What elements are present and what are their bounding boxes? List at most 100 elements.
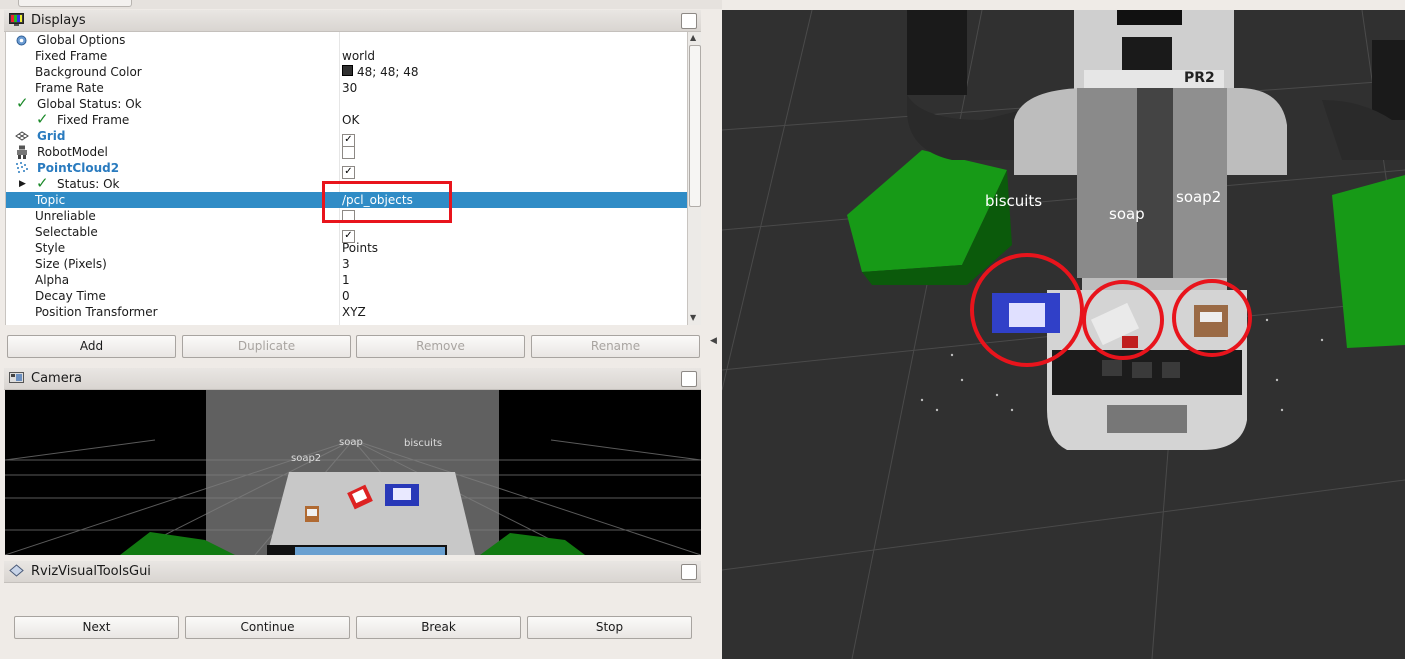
row-label: PointCloud2 <box>37 161 120 175</box>
row-label: Global Status: Ok <box>37 97 142 111</box>
row-value[interactable]: 0 <box>342 288 350 304</box>
row-value[interactable]: world <box>342 48 375 64</box>
row-value[interactable]: 30 <box>342 80 357 96</box>
row-label: RobotModel <box>37 145 108 159</box>
color-swatch <box>342 65 353 76</box>
rename-button[interactable]: Rename <box>531 335 700 358</box>
tools-panel-float-checkbox[interactable] <box>681 564 697 580</box>
camera-panel-header: Camera <box>4 368 701 390</box>
tools-panel-title: RvizVisualToolsGui <box>31 564 151 579</box>
top-tab[interactable] <box>18 0 132 7</box>
gear-icon <box>16 35 27 46</box>
checkmark-icon: ✓ <box>36 110 49 128</box>
grid-icon <box>15 131 29 141</box>
row-label: Global Options <box>37 33 126 47</box>
tree-row-alpha[interactable]: Alpha 1 <box>6 272 688 288</box>
row-value[interactable] <box>342 144 355 161</box>
displays-tree[interactable]: Global Options Fixed Frame world Backgro… <box>5 32 688 325</box>
diamond-icon <box>9 564 24 577</box>
row-value[interactable]: Points <box>342 240 378 256</box>
row-label: Selectable <box>35 225 98 239</box>
duplicate-button[interactable]: Duplicate <box>182 335 351 358</box>
left-dock: Displays Global Options Fixed Frame worl… <box>0 0 722 659</box>
tools-panel-header: RvizVisualToolsGui <box>4 561 701 583</box>
continue-button[interactable]: Continue <box>185 616 350 639</box>
tree-row-fixed-frame-status[interactable]: ✓ Fixed Frame OK <box>6 110 688 128</box>
row-label: Alpha <box>35 273 70 287</box>
add-button[interactable]: Add <box>7 335 176 358</box>
camera-view[interactable]: soap biscuits soap2 <box>5 390 701 555</box>
row-value: OK <box>342 113 360 127</box>
displays-panel-header: Displays <box>4 10 701 32</box>
row-label: Topic <box>35 193 66 207</box>
pointcloud-biscuits <box>992 293 1060 333</box>
row-label: Size (Pixels) <box>35 257 107 271</box>
collapse-dock-arrow-icon[interactable]: ◀ <box>710 336 717 346</box>
viewport-label-biscuits: biscuits <box>985 192 1043 210</box>
scrollbar-thumb[interactable] <box>689 45 701 207</box>
stop-button[interactable]: Stop <box>527 616 692 639</box>
tree-row-background-color[interactable]: Background Color 48; 48; 48 <box>6 64 688 80</box>
tree-scrollbar[interactable]: ▲ ▼ <box>687 32 701 325</box>
tree-row-grid[interactable]: Grid ✓ <box>6 128 688 147</box>
camera-icon <box>9 372 24 383</box>
row-value[interactable]: ✓ <box>342 128 355 147</box>
camera-scene <box>5 390 701 555</box>
remove-button[interactable]: Remove <box>356 335 525 358</box>
camera-panel-title: Camera <box>31 371 83 386</box>
monitor-icon <box>9 13 24 26</box>
row-value[interactable]: ✓ <box>342 224 355 243</box>
viewport-label-soap2: soap2 <box>1176 188 1222 206</box>
pointcloud-icon <box>16 162 28 173</box>
row-label: Fixed Frame <box>35 49 108 63</box>
row-value[interactable]: 1 <box>342 272 350 288</box>
tree-row-size-pixels[interactable]: Size (Pixels) 3 <box>6 256 688 272</box>
row-label: Decay Time <box>35 289 106 303</box>
camera-label-soap: soap <box>339 437 363 448</box>
robotmodel-enabled-checkbox[interactable] <box>342 146 355 159</box>
tree-row-global-options[interactable]: Global Options <box>6 32 688 48</box>
tree-row-decay-time[interactable]: Decay Time 0 <box>6 288 688 304</box>
camera-label-biscuits: biscuits <box>404 438 443 449</box>
row-value[interactable]: 48; 48; 48 <box>342 64 419 80</box>
row-value[interactable]: 3 <box>342 256 350 272</box>
robot-icon <box>17 145 27 159</box>
expand-arrow-icon[interactable]: ▶ <box>19 176 26 192</box>
next-button[interactable]: Next <box>14 616 179 639</box>
row-value[interactable]: XYZ <box>342 304 366 320</box>
background-color-value: 48; 48; 48 <box>357 65 419 79</box>
row-label: Style <box>35 241 66 255</box>
tree-row-robotmodel[interactable]: RobotModel <box>6 144 688 160</box>
displays-panel-float-checkbox[interactable] <box>681 13 697 29</box>
row-label: Grid <box>37 129 66 143</box>
row-label: Status: Ok <box>57 177 120 191</box>
row-label: Position Transformer <box>35 305 158 319</box>
tree-row-position-transformer[interactable]: Position Transformer XYZ <box>6 304 688 320</box>
checkmark-icon: ✓ <box>16 94 29 112</box>
robot-badge-label: PR2 <box>1184 70 1215 86</box>
scroll-up-arrow-icon[interactable]: ▲ <box>690 33 696 42</box>
topic-highlight-box <box>322 181 452 223</box>
top-tab-strip <box>0 0 722 9</box>
displays-panel-title: Displays <box>31 13 86 28</box>
checkmark-icon: ✓ <box>36 174 49 192</box>
pointcloud-soap2 <box>1194 305 1228 337</box>
tree-row-selectable[interactable]: Selectable ✓ <box>6 224 688 243</box>
row-value[interactable]: ✓ <box>342 160 355 179</box>
row-label: Frame Rate <box>35 81 104 95</box>
tree-row-frame-rate[interactable]: Frame Rate 30 <box>6 80 688 96</box>
viewport-label-soap: soap <box>1109 205 1145 223</box>
tree-row-style[interactable]: Style Points <box>6 240 688 256</box>
viewport-scene <box>722 10 1405 659</box>
camera-panel-float-checkbox[interactable] <box>681 371 697 387</box>
tree-row-global-status[interactable]: ✓ Global Status: Ok <box>6 94 688 112</box>
row-label: Fixed Frame <box>57 113 130 127</box>
row-label: Background Color <box>35 65 142 79</box>
3d-viewport[interactable]: PR2 biscuits soap soap2 <box>722 10 1405 659</box>
camera-label-soap2: soap2 <box>291 453 322 464</box>
tree-row-fixed-frame[interactable]: Fixed Frame world <box>6 48 688 64</box>
scroll-down-arrow-icon[interactable]: ▼ <box>690 313 696 322</box>
row-label: Unreliable <box>35 209 96 223</box>
tree-row-pointcloud2[interactable]: PointCloud2 ✓ <box>6 160 688 179</box>
break-button[interactable]: Break <box>356 616 521 639</box>
